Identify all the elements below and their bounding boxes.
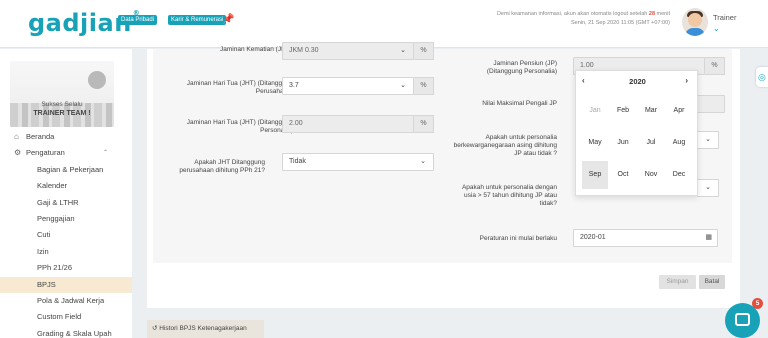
- user-name[interactable]: Trainer: [713, 13, 736, 22]
- banner-greeting: Sukses Selalu: [41, 101, 83, 108]
- sun-icon: [88, 71, 106, 89]
- sidebar-item-pph[interactable]: PPh 21/26: [0, 260, 132, 276]
- sidebar-item-kalender[interactable]: Kalender: [0, 178, 132, 194]
- sidebar-item-pengaturan[interactable]: ⚙ Pengaturan ⌃: [0, 145, 132, 161]
- month-feb[interactable]: Feb: [610, 97, 636, 125]
- age-jp-select[interactable]: ⌄: [697, 179, 719, 197]
- month-apr[interactable]: Apr: [666, 97, 692, 125]
- chat-icon: [735, 313, 750, 326]
- chevron-down-icon[interactable]: ⌄: [713, 24, 720, 33]
- history-button[interactable]: ↺ Histori BPJS Ketenagakerjaan: [147, 320, 264, 338]
- picker-year[interactable]: 2020: [576, 77, 699, 86]
- chevron-down-icon: ⌄: [705, 136, 711, 143]
- age-jp-label: Apakah untuk personalia dengan usia > 57…: [461, 184, 557, 207]
- sidebar-menu: ⌂ Beranda ⚙ Pengaturan ⌃ Bagian & Pekerjaan…: [0, 129, 132, 338]
- chat-count-badge: 5: [752, 298, 763, 309]
- foreign-jp-select[interactable]: ⌄: [697, 131, 719, 149]
- badge-karir-remunerasi[interactable]: Karir & Remunerasi: [168, 15, 227, 25]
- side-tab-logo-icon[interactable]: ◎: [756, 67, 768, 87]
- sidebar-item-bpjs[interactable]: BPJS: [0, 276, 132, 293]
- logo-text: gadjian: [28, 9, 132, 37]
- month-may[interactable]: May: [582, 129, 608, 157]
- chevron-down-icon: ⌄: [420, 158, 426, 165]
- month-oct[interactable]: Oct: [610, 161, 636, 189]
- month-jul[interactable]: Jul: [638, 129, 664, 157]
- notice-text-b: menit: [655, 11, 670, 17]
- chevron-down-icon: ⌄: [400, 47, 406, 54]
- month-jan[interactable]: Jan: [582, 97, 608, 125]
- effective-date-input[interactable]: 2020-01 ▦: [573, 229, 718, 247]
- month-nov[interactable]: Nov: [638, 161, 664, 189]
- top-header: gadjian® Data Pribadi Karir & Remunerasi…: [0, 0, 768, 48]
- chevron-down-icon: ⌄: [400, 82, 406, 89]
- calendar-icon[interactable]: ▦: [705, 230, 712, 246]
- jht-pph-label: Apakah JHT Ditanggung perusahaan dihitun…: [179, 159, 265, 174]
- banner-team: TRAINER TEAM !: [33, 110, 91, 117]
- jht-employee-input[interactable]: 2.00: [282, 115, 414, 133]
- notice-datetime: Senin, 21 Sep 2020 11:05 (GMT +07:00): [570, 20, 670, 26]
- jkm-percent-addon: %: [414, 42, 434, 60]
- month-mar[interactable]: Mar: [638, 97, 664, 125]
- sidebar-item-izin[interactable]: Izin: [0, 244, 132, 260]
- jht-employee-label: Jaminan Hari Tua (JHT) (Ditanggung Perso…: [186, 119, 293, 134]
- sidebar-item-grading[interactable]: Grading & Skala Upah: [0, 326, 132, 338]
- month-aug[interactable]: Aug: [666, 129, 692, 157]
- effective-date-label: Peraturan ini mulai berlaku: [479, 235, 557, 242]
- jp-label: Jaminan Pensiun (JP) (Ditanggung Persona…: [486, 60, 557, 75]
- notice-text-a: Demi keamanan informasi, akun akan otoma…: [496, 11, 649, 17]
- sidebar-banner: Sukses Selalu TRAINER TEAM !: [10, 61, 114, 127]
- sidebar-item-penggajian[interactable]: Penggajian: [0, 211, 132, 227]
- jp-percent-addon: %: [705, 57, 725, 75]
- sidebar-item-bagian-pekerjaan[interactable]: Bagian & Pekerjaan: [0, 162, 132, 178]
- sidebar-item-pola-jadwal[interactable]: Pola & Jadwal Kerja: [0, 293, 132, 309]
- home-icon: ⌂: [14, 132, 19, 141]
- gears-icon: ⚙: [14, 148, 22, 158]
- sidebar-item-cuti[interactable]: Cuti: [0, 227, 132, 243]
- foreign-jp-label: Apakah untuk personalia berkewarganegara…: [453, 134, 557, 157]
- chevron-up-icon: ⌃: [103, 150, 109, 157]
- sidebar-item-gaji-lthr[interactable]: Gaji & LTHR: [0, 195, 132, 211]
- badge-data-pribadi[interactable]: Data Pribadi: [118, 15, 158, 25]
- jht-company-percent-addon: %: [414, 77, 434, 95]
- jht-employee-percent-addon: %: [414, 115, 434, 133]
- jht-pph-select[interactable]: Tidak ⌄: [282, 153, 434, 171]
- sidebar-item-custom-field[interactable]: Custom Field: [0, 309, 132, 325]
- logout-notice: Demi keamanan informasi, akun akan otoma…: [497, 10, 670, 28]
- max-jp-label: Nilai Maksimal Pengali JP: [482, 100, 557, 107]
- jht-company-label: Jaminan Hari Tua (JHT) (Ditanggung Perus…: [186, 80, 293, 95]
- month-jun[interactable]: Jun: [610, 129, 636, 157]
- next-year-button[interactable]: ›: [685, 76, 688, 85]
- month-picker: ‹ 2020 › Jan Feb Mar Apr May Jun Jul Aug…: [575, 70, 698, 196]
- month-dec[interactable]: Dec: [666, 161, 692, 189]
- cancel-button[interactable]: Batal: [699, 275, 725, 289]
- chevron-down-icon: ⌄: [705, 184, 711, 191]
- jkm-label: Jaminan Kematian (JKM): [220, 46, 293, 53]
- pin-icon[interactable]: 📌: [222, 14, 234, 25]
- jkm-select[interactable]: JKM 0.30 ⌄: [282, 42, 414, 60]
- jht-company-select[interactable]: 3.7 ⌄: [282, 77, 414, 95]
- sidebar: Sukses Selalu TRAINER TEAM ! ⌂ Beranda ⚙ P…: [0, 49, 132, 338]
- save-button[interactable]: Simpan: [659, 275, 696, 289]
- sidebar-item-beranda[interactable]: ⌂ Beranda: [0, 129, 132, 145]
- avatar[interactable]: [682, 8, 708, 36]
- month-sep[interactable]: Sep: [582, 161, 608, 189]
